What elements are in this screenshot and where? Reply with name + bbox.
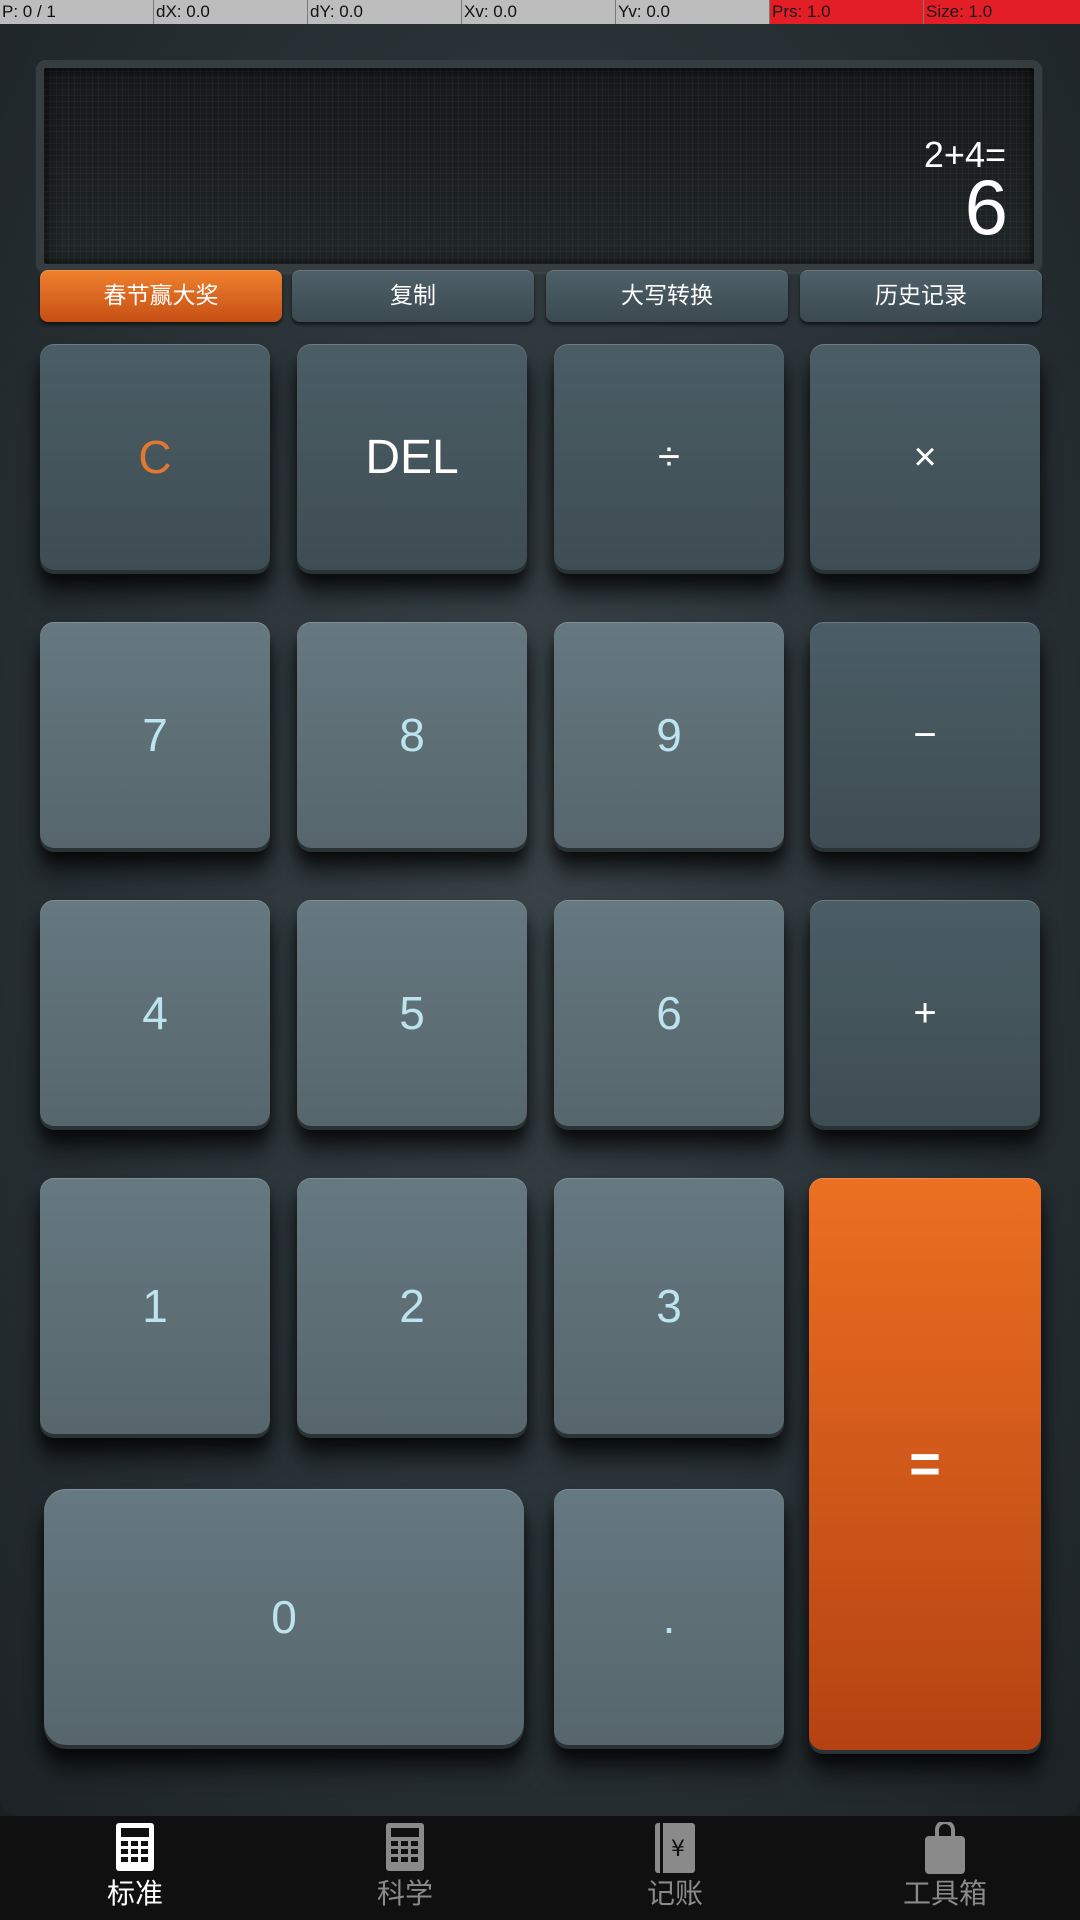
digit-3-label: 3 [656, 1280, 682, 1332]
nav-accounting-label: 记账 [646, 1877, 703, 1910]
digit-5-label: 5 [399, 987, 425, 1039]
debug-status-bar: P: 0 / 1 dX: 0.0 dY: 0.0 Xv: 0.0 Yv: 0.0… [0, 0, 1080, 24]
clear-button[interactable]: C [40, 344, 270, 570]
digit-1-button[interactable]: 1 [40, 1178, 270, 1434]
bottom-navigation: 标准 科学 ¥ 记账 工具箱 [0, 1816, 1080, 1920]
digit-7-label: 7 [142, 709, 168, 761]
digit-5-button[interactable]: 5 [297, 900, 527, 1126]
digit-2-label: 2 [399, 1280, 425, 1332]
result-text: 6 [964, 163, 1008, 251]
digit-4-button[interactable]: 4 [40, 900, 270, 1126]
decimal-point-label: . [662, 1591, 676, 1643]
digit-0-button[interactable]: 0 [44, 1489, 524, 1745]
digit-4-label: 4 [142, 987, 168, 1039]
digit-9-label: 9 [656, 709, 682, 761]
digit-8-label: 8 [399, 709, 425, 761]
equals-label: = [909, 1434, 941, 1494]
copy-button[interactable]: 复制 [292, 270, 534, 322]
svg-text:¥: ¥ [671, 1837, 685, 1862]
digit-1-label: 1 [142, 1280, 168, 1332]
nav-standard[interactable]: 标准 [0, 1816, 270, 1920]
minus-label: − [913, 712, 937, 757]
nav-standard-label: 标准 [106, 1877, 163, 1910]
calculator-display: 2+4= 6 [36, 60, 1042, 272]
digit-8-button[interactable]: 8 [297, 622, 527, 848]
debug-pointer: P: 0 / 1 [0, 0, 154, 24]
digit-7-button[interactable]: 7 [40, 622, 270, 848]
debug-dx: dX: 0.0 [154, 0, 308, 24]
delete-button[interactable]: DEL [297, 344, 527, 570]
digit-0-label: 0 [271, 1591, 297, 1643]
divide-label: ÷ [658, 434, 680, 479]
nav-toolbox-label: 工具箱 [902, 1877, 987, 1910]
divide-button[interactable]: ÷ [554, 344, 784, 570]
debug-dy: dY: 0.0 [308, 0, 462, 24]
clear-label: C [138, 431, 172, 483]
ledger-icon: ¥ [655, 1823, 695, 1873]
debug-yv: Yv: 0.0 [616, 0, 770, 24]
nav-scientific-label: 科学 [376, 1877, 433, 1910]
multiply-button[interactable]: × [810, 344, 1040, 570]
digit-6-button[interactable]: 6 [554, 900, 784, 1126]
history-button[interactable]: 历史记录 [800, 270, 1042, 322]
scientific-calculator-icon [386, 1823, 424, 1871]
calculator-body: 2+4= 6 春节赢大奖 复制 大写转换 历史记录 C DEL ÷ × 7 8 … [0, 24, 1080, 1816]
promo-button[interactable]: 春节赢大奖 [40, 270, 282, 322]
multiply-label: × [913, 434, 937, 479]
debug-size: Size: 1.0 [924, 0, 1080, 24]
plus-button[interactable]: + [810, 900, 1040, 1126]
minus-button[interactable]: − [810, 622, 1040, 848]
digit-2-button[interactable]: 2 [297, 1178, 527, 1434]
digit-3-button[interactable]: 3 [554, 1178, 784, 1434]
debug-pressure: Prs: 1.0 [770, 0, 924, 24]
plus-label: + [913, 990, 937, 1035]
toolbox-bag-icon [925, 1822, 965, 1874]
digit-6-label: 6 [656, 987, 682, 1039]
debug-xv: Xv: 0.0 [462, 0, 616, 24]
digit-9-button[interactable]: 9 [554, 622, 784, 848]
nav-scientific[interactable]: 科学 [270, 1816, 540, 1920]
nav-accounting[interactable]: ¥ 记账 [540, 1816, 810, 1920]
uppercase-convert-button[interactable]: 大写转换 [546, 270, 788, 322]
decimal-point-button[interactable]: . [554, 1489, 784, 1745]
delete-label: DEL [365, 430, 459, 484]
nav-toolbox[interactable]: 工具箱 [810, 1816, 1080, 1920]
calculator-icon [116, 1823, 154, 1871]
equals-button[interactable]: = [809, 1178, 1041, 1750]
